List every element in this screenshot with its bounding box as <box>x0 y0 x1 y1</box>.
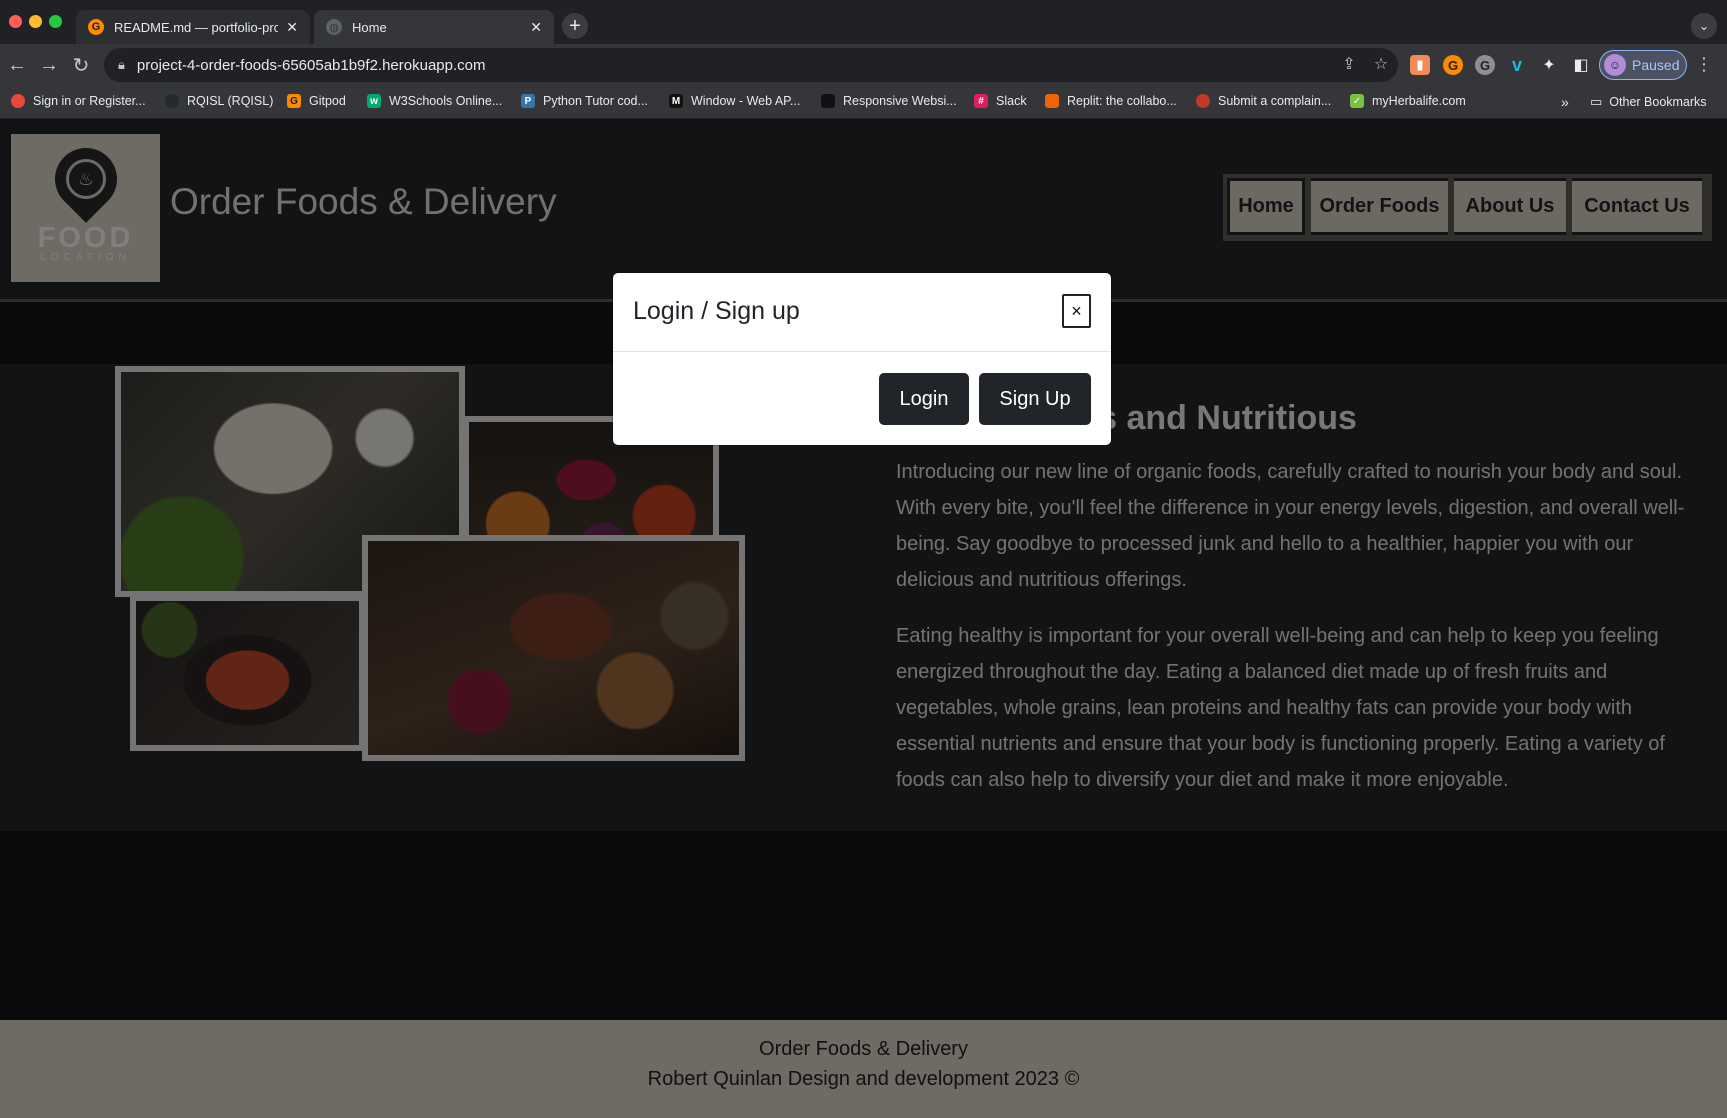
back-icon[interactable]: ← <box>5 53 29 77</box>
close-icon[interactable]: ✕ <box>286 19 298 36</box>
bookmark-favicon-icon <box>821 94 835 108</box>
footer-title: Order Foods & Delivery <box>759 1038 968 1060</box>
bookmark-label: Submit a complain... <box>1218 94 1332 108</box>
bookmark-label: W3Schools Online... <box>389 94 503 108</box>
new-tab-button[interactable]: + <box>562 13 588 39</box>
extension-icon[interactable]: ▮ <box>1410 55 1430 75</box>
bookmark-item[interactable]: Replit: the collabo... <box>1045 94 1177 108</box>
nav-home[interactable]: Home <box>1227 178 1305 235</box>
reload-icon[interactable]: ↻ <box>69 53 93 77</box>
nav-order-foods[interactable]: Order Foods <box>1311 178 1448 235</box>
main-nav: Home Order Foods About Us Contact Us <box>1223 174 1712 241</box>
menu-icon[interactable]: ⋮ <box>1695 54 1713 75</box>
bookmark-label: Sign in or Register... <box>33 94 146 108</box>
modal-header: Login / Sign up × <box>613 273 1111 352</box>
site-logo[interactable]: ♨ FOOD LOCATION <box>11 134 160 282</box>
globe-icon: ◍ <box>326 19 342 35</box>
gitpod-icon: G <box>287 94 301 108</box>
logo-word: FOOD <box>37 222 134 254</box>
tab-search-button[interactable]: ⌄ <box>1691 13 1717 39</box>
bookmark-item[interactable]: Submit a complain... <box>1196 94 1331 108</box>
profile-button[interactable]: ☺ Paused <box>1599 50 1687 80</box>
browser-tab-strip: G README.md — portfolio-proje ✕ ◍ Home ✕… <box>0 0 1727 44</box>
tab-title: Home <box>352 19 387 35</box>
login-signup-modal: Login / Sign up × Login Sign Up <box>613 273 1111 445</box>
bookmark-star-icon[interactable]: ☆ <box>1370 53 1392 75</box>
bookmark-label: myHerbalife.com <box>1372 94 1466 108</box>
login-button[interactable]: Login <box>879 373 969 425</box>
signup-button[interactable]: Sign Up <box>979 373 1091 425</box>
site-title: Order Foods & Delivery <box>170 181 557 222</box>
gitpod-extension-icon[interactable]: G <box>1443 55 1463 75</box>
lock-icon: 🔒︎ <box>118 57 125 72</box>
url-text: project-4-order-foods-65605ab1b9f2.herok… <box>136 56 486 74</box>
bookmark-item[interactable]: ✓ myHerbalife.com <box>1350 94 1466 108</box>
nav-about-us[interactable]: About Us <box>1454 178 1566 235</box>
bookmark-item[interactable]: G Gitpod <box>287 94 346 108</box>
w3schools-icon: w <box>367 94 381 108</box>
intro-paragraph: Introducing our new line of organic food… <box>896 461 1685 591</box>
profile-status: Paused <box>1632 57 1680 73</box>
bookmark-item[interactable]: RQISL (RQISL) <box>165 94 273 108</box>
close-window-button[interactable] <box>9 15 22 28</box>
nav-contact-us[interactable]: Contact Us <box>1572 178 1702 235</box>
more-bookmarks-icon[interactable]: » <box>1561 94 1569 110</box>
forward-icon[interactable]: → <box>37 53 61 77</box>
replit-icon <box>1045 94 1059 108</box>
bookmark-label: Gitpod <box>309 94 346 108</box>
location-pin-icon: ♨ <box>41 135 130 223</box>
food-photo-curry <box>130 595 365 751</box>
maximize-window-button[interactable] <box>49 15 62 28</box>
browser-toolbar: ← → ↻ 🔒︎ project-4-order-foods-65605ab1b… <box>0 44 1727 86</box>
tab-readme[interactable]: G README.md — portfolio-proje ✕ <box>76 10 310 44</box>
grammarly-icon[interactable]: G <box>1475 55 1495 75</box>
close-icon[interactable]: ✕ <box>530 19 542 36</box>
bookmark-favicon-icon <box>11 94 25 108</box>
bookmarks-bar: Sign in or Register... RQISL (RQISL) G G… <box>0 86 1727 119</box>
bookmark-item[interactable]: w W3Schools Online... <box>367 94 502 108</box>
modal-close-button[interactable]: × <box>1062 294 1091 328</box>
chef-icon: ♨ <box>65 159 106 199</box>
bookmark-label: Window - Web AP... <box>691 94 801 108</box>
health-paragraph: Eating healthy is important for your ove… <box>896 625 1665 791</box>
bookmark-label: Python Tutor cod... <box>543 94 648 108</box>
bookmark-label: Responsive Websi... <box>843 94 957 108</box>
side-panel-icon[interactable]: ◧ <box>1571 55 1591 75</box>
gitpod-icon: G <box>88 19 104 35</box>
tab-home[interactable]: ◍ Home ✕ <box>314 10 554 44</box>
mdn-icon: M <box>669 94 683 108</box>
github-icon <box>165 94 179 108</box>
other-bookmarks-label: Other Bookmarks <box>1609 95 1707 109</box>
bookmark-label: Slack <box>996 94 1027 108</box>
bookmark-label: Replit: the collabo... <box>1067 94 1177 108</box>
vimeo-icon[interactable]: v <box>1507 55 1527 75</box>
herbalife-icon: ✓ <box>1350 94 1364 108</box>
folder-icon: ▭ <box>1590 94 1603 109</box>
bookmark-item[interactable]: Sign in or Register... <box>11 94 146 108</box>
share-icon[interactable]: ⇪ <box>1338 53 1360 75</box>
modal-title: Login / Sign up <box>633 297 800 325</box>
footer-credit: Robert Quinlan Design and development 20… <box>647 1068 1080 1090</box>
web-page: ♨ FOOD LOCATION Order Foods & Delivery H… <box>0 119 1727 1118</box>
intro-text: Our Delicious and Nutritious Introducing… <box>896 399 1696 818</box>
minimize-window-button[interactable] <box>29 15 42 28</box>
bookmark-item[interactable]: P Python Tutor cod... <box>521 94 648 108</box>
other-bookmarks[interactable]: ▭ Other Bookmarks <box>1590 94 1707 110</box>
avatar: ☺ <box>1604 54 1626 76</box>
bookmark-item[interactable]: Responsive Websi... <box>821 94 957 108</box>
logo-sub: LOCATION <box>40 252 131 263</box>
slack-icon: # <box>974 94 988 108</box>
address-bar[interactable]: 🔒︎ project-4-order-foods-65605ab1b9f2.he… <box>104 48 1398 82</box>
bookmark-favicon-icon <box>1196 94 1210 108</box>
site-footer: Order Foods & Delivery Robert Quinlan De… <box>0 1020 1727 1118</box>
extensions-puzzle-icon[interactable]: ✦ <box>1539 55 1559 75</box>
food-photo-desserts <box>362 535 745 761</box>
tab-title: README.md — portfolio-proje <box>114 19 279 35</box>
python-icon: P <box>521 94 535 108</box>
bookmark-item[interactable]: M Window - Web AP... <box>669 94 800 108</box>
bookmark-label: RQISL (RQISL) <box>187 94 274 108</box>
bookmark-item[interactable]: # Slack <box>974 94 1027 108</box>
